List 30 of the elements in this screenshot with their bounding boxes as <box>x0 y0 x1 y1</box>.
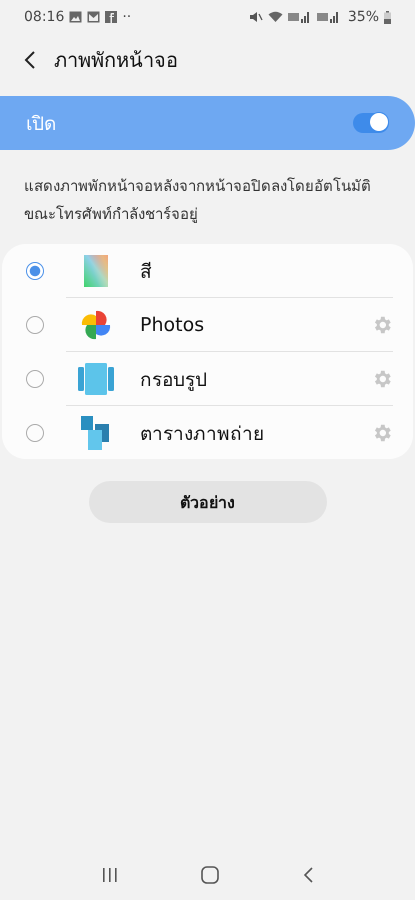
option-label[interactable]: Photos <box>140 314 371 336</box>
signal-icon <box>316 11 341 23</box>
radio-button[interactable] <box>26 316 44 334</box>
radio-button[interactable] <box>26 262 44 280</box>
clock: 08:16 <box>24 9 64 25</box>
frame-icon <box>78 362 114 394</box>
switch-label: เปิด <box>26 112 56 137</box>
square-app-icon <box>105 11 118 23</box>
recent-apps-icon[interactable] <box>102 868 118 882</box>
description-text: แสดงภาพพักหน้าจอหลังจากหน้าจอปิดลงโดยอัตโนมัติขณะโทรศัพท์กำลังชาร์จอยู่ <box>24 176 372 225</box>
mute-icon <box>248 11 263 23</box>
radio-button[interactable] <box>26 424 44 442</box>
back-icon[interactable] <box>303 867 314 883</box>
preview-button[interactable]: ตัวอย่าง <box>88 481 326 523</box>
option-label[interactable]: กรอบรูป <box>140 364 371 394</box>
page-title: ภาพพักหน้าจอ <box>54 47 178 74</box>
gallery-icon <box>69 11 82 23</box>
wifi-icon <box>268 11 283 23</box>
radio-button[interactable] <box>26 370 44 388</box>
back-icon <box>24 51 36 69</box>
battery-icon <box>384 10 391 24</box>
option-label[interactable]: สี <box>140 256 393 286</box>
battery-level: 35% <box>348 9 379 25</box>
toggle-switch[interactable] <box>353 113 389 133</box>
home-icon[interactable] <box>201 866 220 884</box>
stacked-photos-icon <box>81 416 111 450</box>
signal-icon <box>288 11 312 23</box>
more-notifications: ·· <box>122 9 132 25</box>
mail-icon <box>87 11 100 23</box>
option-label[interactable]: ตารางภาพถ่าย <box>140 418 371 448</box>
